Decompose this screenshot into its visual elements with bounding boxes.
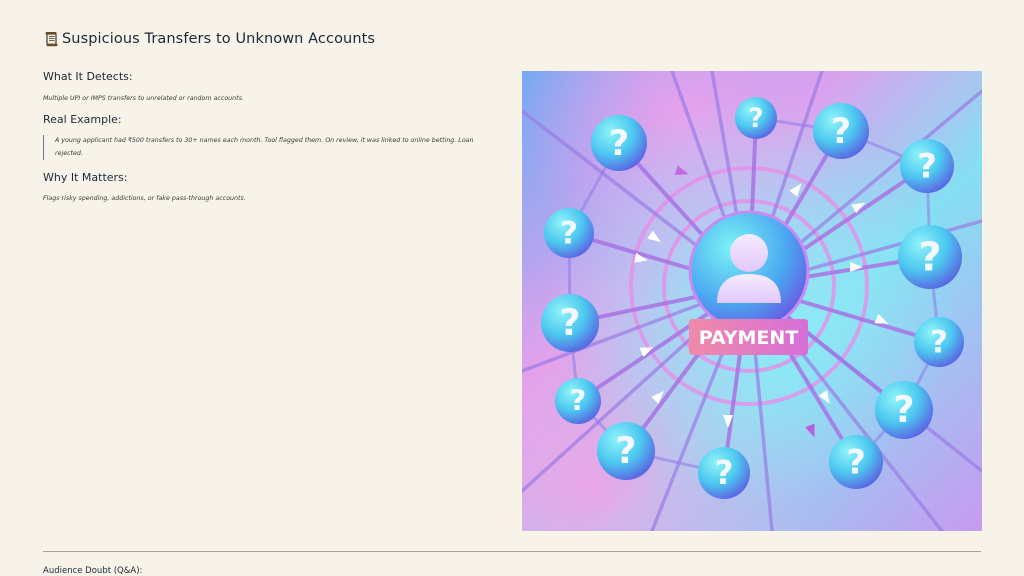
unknown-account-bubble: ? [829, 435, 883, 489]
unknown-account-bubble: ? [898, 225, 962, 289]
scroll-icon [45, 31, 58, 47]
question-mark-icon: ? [893, 388, 914, 431]
unknown-account-bubble: ? [698, 447, 750, 499]
question-mark-icon: ? [559, 301, 580, 344]
payer-node [688, 210, 810, 332]
question-mark-icon: ? [615, 429, 636, 472]
payment-label-text: PAYMENT [699, 327, 799, 349]
slide-title: Suspicious Transfers to Unknown Accounts [44, 31, 375, 47]
unknown-account-bubble: ? [900, 139, 954, 193]
unknown-account-bubble: ? [591, 115, 647, 171]
real-example-quote: A young applicant had ₹500 transfers to … [43, 135, 498, 160]
question-mark-icon: ? [930, 325, 948, 361]
payment-network-graphic: ????????????? PAYMENT [522, 71, 982, 531]
unknown-account-bubble: ? [597, 422, 655, 480]
audience-doubt-label: Audience Doubt (Q&A): [43, 566, 143, 576]
section-heading-what-it-detects: What It Detects: [43, 70, 133, 83]
what-it-detects-text: Multiple UPI or IMPS transfers to unrela… [43, 95, 244, 102]
slide-title-text: Suspicious Transfers to Unknown Accounts [62, 31, 376, 47]
question-mark-icon: ? [570, 384, 587, 418]
question-mark-icon: ? [846, 442, 866, 481]
divider [43, 551, 981, 552]
unknown-account-bubble: ? [555, 378, 601, 424]
question-mark-icon: ? [748, 104, 763, 134]
unknown-account-bubble: ? [544, 208, 594, 258]
question-mark-icon: ? [831, 112, 851, 152]
unknown-account-bubble: ? [735, 97, 777, 139]
unknown-account-bubble: ? [875, 381, 933, 439]
unknown-account-bubble: ? [541, 294, 599, 352]
unknown-account-bubble: ? [813, 103, 869, 159]
question-mark-icon: ? [560, 216, 578, 252]
question-mark-icon: ? [609, 124, 629, 164]
why-it-matters-text: Flags risky spending, addictions, or fak… [43, 195, 246, 202]
payment-network-illustration: ????????????? PAYMENT [522, 71, 982, 531]
question-mark-icon: ? [918, 234, 941, 280]
question-mark-icon: ? [715, 454, 734, 492]
payment-label: PAYMENT [689, 319, 808, 355]
section-heading-why-it-matters: Why It Matters: [43, 171, 128, 184]
unknown-account-bubble: ? [914, 317, 964, 367]
question-mark-icon: ? [917, 146, 937, 185]
real-example-text: A young applicant had ₹500 transfers to … [55, 137, 474, 157]
section-heading-real-example: Real Example: [43, 113, 122, 126]
